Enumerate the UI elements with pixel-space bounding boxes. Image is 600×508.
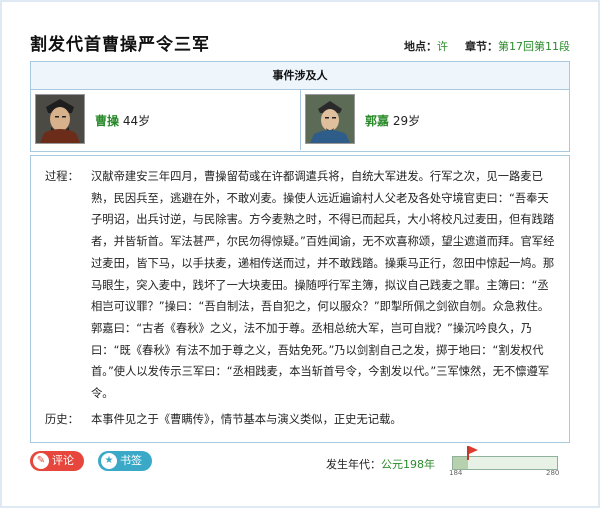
history-label: 历史： — [45, 413, 79, 426]
page-title: 割发代首曹操严令三军 — [30, 35, 210, 55]
event-meta: 地点：许 章节：第17回第11段 — [404, 38, 570, 54]
event-story-box: 过程： 汉献帝建安三年四月，曹操留荀彧在许都调遣兵将，自统大军进发。行军之次，见… — [30, 155, 570, 443]
person-name-age: 曹操 44岁 — [95, 112, 150, 129]
comment-button[interactable]: ✎ 评论 — [30, 451, 84, 471]
history-row: 历史： 本事件见之于《曹瞒传》，情节基本与演义类似，正史无记载。 — [45, 409, 555, 431]
year-value: 公元198年 — [381, 458, 435, 471]
history-text: 本事件见之于《曹瞒传》，情节基本与演义类似，正史无记载。 — [91, 413, 402, 426]
comment-icon: ✎ — [33, 453, 49, 469]
person-age: 44岁 — [122, 114, 151, 128]
person-portrait[interactable] — [35, 94, 85, 144]
event-year: 发生年代：公元198年 — [326, 456, 435, 472]
timeline-fill — [453, 457, 468, 469]
timeline-start-label: 184 — [449, 469, 463, 477]
bookmark-button-label: 书签 — [120, 454, 142, 467]
person-age: 29岁 — [392, 114, 421, 128]
chapter-link[interactable]: 第17回第11段 — [498, 40, 570, 53]
location-label: 地点： — [404, 40, 437, 53]
person-card: 郭嘉 29岁 — [300, 90, 569, 150]
chapter-label: 章节： — [465, 40, 498, 53]
person-name-age: 郭嘉 29岁 — [365, 112, 420, 129]
people-heading: 事件涉及人 — [31, 62, 569, 90]
process-row: 过程： 汉献帝建安三年四月，曹操留荀彧在许都调遣兵将，自统大军进发。行军之次，见… — [45, 166, 555, 405]
process-label: 过程： — [45, 170, 79, 183]
location-link[interactable]: 许 — [437, 40, 448, 53]
comment-button-label: 评论 — [52, 454, 74, 467]
person-card: 曹操 44岁 — [31, 90, 299, 150]
bookmark-button[interactable]: ★ 书签 — [98, 451, 152, 471]
timeline-end-label: 280 — [546, 469, 560, 477]
year-label: 发生年代： — [326, 458, 381, 471]
process-text: 汉献帝建安三年四月，曹操留荀彧在许都调遣兵将，自统大军进发。行军之次，见一路麦已… — [91, 170, 555, 401]
person-portrait[interactable] — [305, 94, 355, 144]
person-name-link[interactable]: 郭嘉 — [365, 114, 389, 128]
person-name-link[interactable]: 曹操 — [95, 114, 119, 128]
timeline-flag-icon — [467, 446, 478, 460]
people-box: 事件涉及人 曹操 44岁 郭嘉 29岁 — [30, 61, 570, 152]
bookmark-icon: ★ — [101, 453, 117, 469]
